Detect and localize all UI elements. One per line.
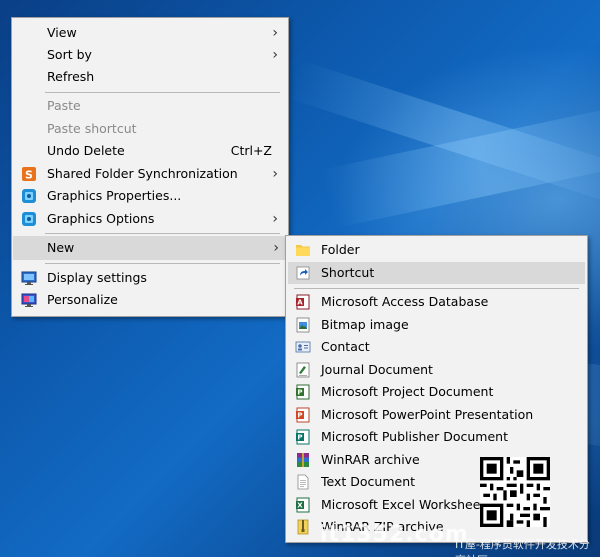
menu-item-label: Refresh: [47, 69, 95, 84]
menu-item-new[interactable]: New ›: [13, 236, 287, 260]
menu-item-label: Personalize: [47, 292, 118, 307]
submenu-item-powerpoint-presentation[interactable]: P Microsoft PowerPoint Presentation: [288, 404, 585, 426]
menu-separator: [45, 233, 280, 234]
submenu-item-label: Microsoft Publisher Document: [321, 429, 508, 444]
menu-item-personalize[interactable]: Personalize: [14, 289, 286, 311]
submenu-item-publisher-document[interactable]: P Microsoft Publisher Document: [288, 426, 585, 448]
menu-item-refresh[interactable]: Refresh: [14, 66, 286, 88]
submenu-item-label: Bitmap image: [321, 317, 409, 332]
chevron-right-icon: ›: [272, 47, 278, 63]
submenu-item-label: WinRAR archive: [321, 452, 420, 467]
submenu-item-shortcut[interactable]: Shortcut: [288, 262, 585, 284]
submenu-item-label: Folder: [321, 242, 360, 257]
winrar-zip-icon: [297, 519, 309, 535]
menu-item-label: Paste: [47, 98, 81, 113]
menu-item-graphics-options[interactable]: Graphics Options ›: [14, 208, 286, 230]
menu-item-paste: Paste: [14, 95, 286, 117]
folder-icon: [296, 245, 310, 256]
intel-graphics-icon: [22, 212, 36, 226]
access-icon: A: [296, 294, 310, 310]
submenu-item-journal-document[interactable]: Journal Document: [288, 359, 585, 381]
svg-text:S: S: [25, 169, 33, 182]
contact-icon: [295, 341, 311, 353]
submenu-item-label: Microsoft Project Document: [321, 384, 494, 399]
watermark-text: it1352.com: [320, 522, 469, 547]
shared-folder-sync-icon: S: [22, 167, 36, 182]
submenu-item-bitmap-image[interactable]: Bitmap image: [288, 314, 585, 336]
chevron-right-icon: ›: [272, 166, 278, 182]
svg-text:A: A: [297, 299, 303, 307]
menu-separator: [45, 92, 280, 93]
keyboard-shortcut: Ctrl+Z: [230, 143, 272, 158]
menu-item-label: View: [47, 25, 77, 40]
menu-item-undo-delete[interactable]: Undo Delete Ctrl+Z: [14, 140, 286, 162]
text-document-icon: [297, 474, 309, 490]
submenu-item-access-database[interactable]: A Microsoft Access Database: [288, 291, 585, 313]
menu-item-label: Graphics Properties...: [47, 188, 182, 203]
menu-item-label: Paste shortcut: [47, 121, 137, 136]
desktop-context-menu: View › Sort by › Refresh Paste Paste sho…: [11, 17, 289, 317]
chevron-right-icon: ›: [272, 25, 278, 41]
submenu-item-label: Microsoft Access Database: [321, 294, 489, 309]
svg-text:X: X: [297, 502, 303, 510]
menu-separator: [294, 288, 579, 289]
intel-graphics-icon: [22, 189, 36, 203]
chevron-right-icon: ›: [273, 240, 279, 256]
shortcut-icon: [296, 266, 310, 280]
watermark-subtext: IT屋-程序员软件开发技术分享社区: [455, 538, 590, 557]
winrar-icon: [297, 453, 309, 467]
desktop-background[interactable]: View › Sort by › Refresh Paste Paste sho…: [0, 0, 600, 557]
publisher-icon: P: [296, 429, 310, 445]
menu-item-shared-folder-sync[interactable]: S Shared Folder Synchronization ›: [14, 163, 286, 185]
menu-item-label: Shared Folder Synchronization: [47, 166, 238, 181]
submenu-item-folder[interactable]: Folder: [288, 239, 585, 261]
submenu-item-label: Journal Document: [321, 362, 433, 377]
menu-item-view[interactable]: View ›: [14, 22, 286, 44]
menu-item-paste-shortcut: Paste shortcut: [14, 118, 286, 140]
submenu-item-label: Microsoft Excel Worksheet: [321, 497, 486, 512]
submenu-item-label: Contact: [321, 339, 370, 354]
chevron-right-icon: ›: [272, 211, 278, 227]
personalize-icon: [21, 293, 37, 307]
submenu-item-label: Microsoft PowerPoint Presentation: [321, 407, 534, 422]
menu-item-graphics-properties[interactable]: Graphics Properties...: [14, 185, 286, 207]
excel-icon: X: [296, 497, 310, 513]
project-icon: P: [296, 384, 310, 400]
menu-item-label: Undo Delete: [47, 143, 125, 158]
display-settings-icon: [21, 271, 37, 285]
menu-item-sort-by[interactable]: Sort by ›: [14, 44, 286, 66]
svg-text:P: P: [297, 434, 302, 442]
menu-separator: [45, 263, 280, 264]
powerpoint-icon: P: [296, 407, 310, 423]
svg-text:P: P: [297, 389, 302, 397]
qr-code-image: [480, 457, 550, 527]
bitmap-icon: [296, 317, 310, 333]
submenu-item-contact[interactable]: Contact: [288, 336, 585, 358]
menu-item-label: New: [47, 240, 75, 255]
menu-item-label: Graphics Options: [47, 211, 155, 226]
submenu-item-project-document[interactable]: P Microsoft Project Document: [288, 381, 585, 403]
menu-item-display-settings[interactable]: Display settings: [14, 267, 286, 289]
svg-text:P: P: [297, 412, 302, 420]
submenu-item-label: Text Document: [321, 474, 416, 489]
menu-item-label: Display settings: [47, 270, 147, 285]
submenu-item-label: Shortcut: [321, 265, 375, 280]
journal-icon: [296, 362, 310, 378]
menu-item-label: Sort by: [47, 47, 92, 62]
